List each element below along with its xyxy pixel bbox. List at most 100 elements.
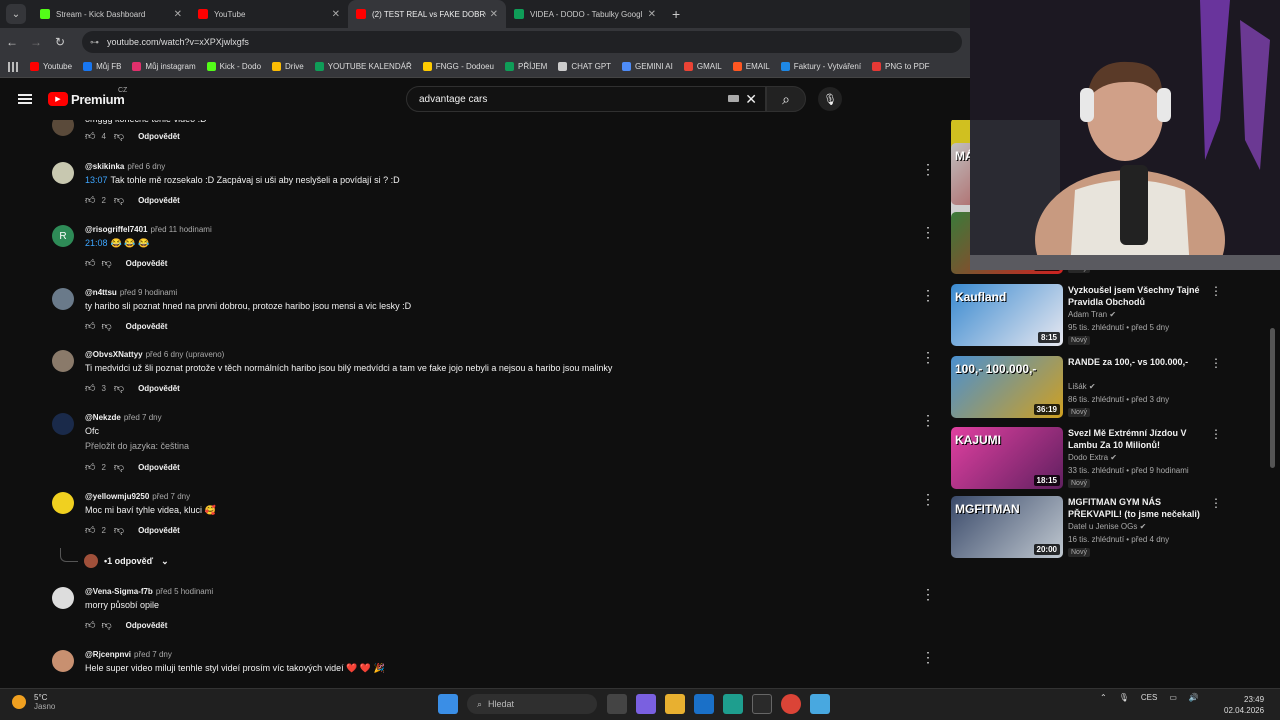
bookmark-item[interactable]: Drive — [272, 62, 304, 71]
tab-close-icon[interactable]: ✕ — [174, 9, 182, 20]
tray-expand-icon[interactable]: ⌃ — [1100, 693, 1107, 702]
menu-icon[interactable] — [18, 94, 32, 104]
bookmark-item[interactable]: Můj instagram — [132, 62, 196, 71]
like-icon[interactable]: 👍︎ — [85, 524, 95, 536]
video-more-options-icon[interactable]: ⋮ — [1210, 427, 1222, 441]
avatar[interactable] — [52, 413, 74, 435]
chrome-icon[interactable] — [781, 694, 801, 714]
comment-date[interactable]: před 6 dny (upraveno) — [146, 350, 225, 359]
like-icon[interactable]: 👍︎ — [85, 461, 95, 473]
taskbar-search[interactable]: ⌕ Hledat — [467, 694, 597, 714]
network-icon[interactable]: ▭ — [1169, 693, 1177, 702]
youtube-logo[interactable]: ▶ Premium CZ — [48, 87, 127, 107]
video-title[interactable]: Vyzkoušel jsem Všechny Tajné Pravidla Ob… — [1068, 284, 1208, 308]
avatar[interactable] — [52, 650, 74, 672]
outlook-icon[interactable] — [694, 694, 714, 714]
video-channel[interactable]: Dodo Extra ✔ — [1068, 453, 1117, 462]
related-video[interactable]: KAJUMI 18:15 Svezl Mě Extrémní Jízdou V La… — [951, 427, 1271, 491]
reply-button[interactable]: Odpovědět — [138, 384, 180, 393]
reply-button[interactable]: Odpovědět — [138, 196, 180, 205]
video-title[interactable]: MGFITMAN GYM NÁS PŘEKVAPIL! (to jsme neč… — [1068, 496, 1208, 520]
more-options-icon[interactable]: ⋮ — [921, 162, 935, 176]
more-options-icon[interactable]: ⋮ — [921, 492, 935, 506]
comment-timestamp-link[interactable]: 21:08 — [85, 238, 108, 248]
bookmark-item[interactable]: GEMINI AI — [622, 62, 673, 71]
video-title[interactable]: RANDE za 100,- vs 100.000,- — [1068, 356, 1208, 368]
more-options-icon[interactable]: ⋮ — [921, 587, 935, 601]
bookmark-item[interactable]: YOUTUBE KALENDÁŘ — [314, 62, 412, 71]
comment-author[interactable]: @skikinka — [85, 162, 124, 171]
bookmark-item[interactable]: PŘÍJEM — [504, 62, 547, 71]
bookmark-item[interactable]: GMAIL — [683, 62, 722, 71]
related-video[interactable]: MGFITMAN 20:00 MGFITMAN GYM NÁS PŘEKVAPIL!… — [951, 496, 1271, 560]
more-options-icon[interactable]: ⋮ — [921, 225, 935, 239]
bookmark-item[interactable]: Kick - Dodo — [206, 62, 261, 71]
more-options-icon[interactable]: ⋮ — [921, 650, 935, 664]
video-channel[interactable]: Datel u Jenise OGs ✔ — [1068, 522, 1146, 531]
browser-tab[interactable]: Stream - Kick Dashboard ✕ — [32, 0, 190, 28]
file-explorer-icon[interactable] — [665, 694, 685, 714]
video-more-options-icon[interactable]: ⋮ — [1210, 496, 1222, 510]
video-thumbnail[interactable]: Kaufland 8:15 — [951, 284, 1063, 346]
related-video[interactable]: Kaufland 8:15 Vyzkoušel jsem Všechny Tajné… — [951, 284, 1271, 348]
avatar[interactable] — [52, 350, 74, 372]
apps-grid-icon[interactable] — [8, 61, 20, 72]
search-button[interactable]: ⌕ — [766, 86, 806, 112]
tab-close-icon[interactable]: ✕ — [648, 9, 656, 20]
browser-tab[interactable]: (2) TEST REAL vs FAKE DOBROT ✕ — [348, 0, 506, 28]
start-icon[interactable] — [438, 694, 458, 714]
bookmark-item[interactable]: EMAIL — [732, 62, 770, 71]
avatar[interactable] — [52, 587, 74, 609]
terminal-icon[interactable] — [752, 694, 772, 714]
avatar[interactable] — [52, 120, 74, 136]
avatar[interactable]: R — [52, 225, 74, 247]
comment-author[interactable]: @Rjcenpnvi — [85, 650, 131, 659]
more-options-icon[interactable]: ⋮ — [921, 288, 935, 302]
translate-link[interactable]: Přeložit do jazyka: čeština — [85, 441, 189, 451]
site-info-icon[interactable]: ⊶ — [90, 37, 99, 48]
reply-button[interactable]: Odpovědět — [138, 463, 180, 472]
comment-author[interactable]: @risogriffel7401 — [85, 225, 148, 234]
comment-author[interactable]: @Nekzde — [85, 413, 121, 422]
more-options-icon[interactable]: ⋮ — [921, 350, 935, 364]
reload-icon[interactable]: ↻ — [48, 35, 72, 49]
browser-tab[interactable]: YouTube ✕ — [190, 0, 348, 28]
comment-author[interactable]: @yellowmju9250 — [85, 492, 149, 501]
weather-widget[interactable]: 5°C Jasno — [12, 693, 55, 711]
video-more-options-icon[interactable]: ⋮ — [1210, 284, 1222, 298]
bookmark-item[interactable]: FNGG - Dodoeu — [422, 62, 494, 71]
like-icon[interactable]: 👍︎ — [85, 320, 95, 332]
comment-date[interactable]: před 9 hodinami — [120, 288, 177, 297]
tab-close-icon[interactable]: ✕ — [332, 9, 340, 20]
language-indicator[interactable]: CES — [1141, 693, 1157, 702]
avatar[interactable] — [52, 492, 74, 514]
like-icon[interactable]: 👍︎ — [85, 382, 95, 394]
comment-date[interactable]: před 5 hodinami — [156, 587, 213, 596]
bookmark-item[interactable]: Můj FB — [83, 62, 121, 71]
comment-date[interactable]: před 6 dny — [127, 162, 165, 171]
dislike-icon[interactable]: 👎︎ — [114, 382, 124, 394]
dislike-icon[interactable]: 👎︎ — [101, 320, 111, 332]
avatar[interactable] — [52, 162, 74, 184]
clear-search-icon[interactable]: ✕ — [745, 91, 757, 108]
reply-button[interactable]: Odpovědět — [126, 322, 168, 331]
notepad-icon[interactable] — [810, 694, 830, 714]
bookmark-item[interactable]: Faktury - Vytváření — [780, 62, 861, 71]
dislike-icon[interactable]: 👎︎ — [114, 194, 124, 206]
more-options-icon[interactable]: ⋮ — [921, 413, 935, 427]
comment-author[interactable]: @n4ttsu — [85, 288, 117, 297]
edge-icon[interactable] — [723, 694, 743, 714]
bookmark-item[interactable]: PNG to PDF — [872, 62, 930, 71]
like-icon[interactable]: 👍︎ — [85, 194, 95, 206]
search-input[interactable]: advantage cars ✕ — [406, 86, 766, 112]
replies-toggle[interactable]: • 1 odpověď ⌄ — [60, 548, 169, 568]
related-video[interactable]: 100,- 100.000,- 36:19 RANDE za 100,- vs 10… — [951, 356, 1271, 420]
avatar[interactable] — [52, 288, 74, 310]
back-icon[interactable]: ← — [0, 35, 24, 49]
video-channel[interactable]: Adam Tran ✔ — [1068, 310, 1116, 319]
copilot-icon[interactable] — [636, 694, 656, 714]
video-thumbnail[interactable]: 100,- 100.000,- 36:19 — [951, 356, 1063, 418]
comment-author[interactable]: @ObvsXNattyy — [85, 350, 143, 359]
reply-button[interactable]: Odpovědět — [126, 259, 168, 268]
tab-close-icon[interactable]: ✕ — [490, 9, 498, 20]
